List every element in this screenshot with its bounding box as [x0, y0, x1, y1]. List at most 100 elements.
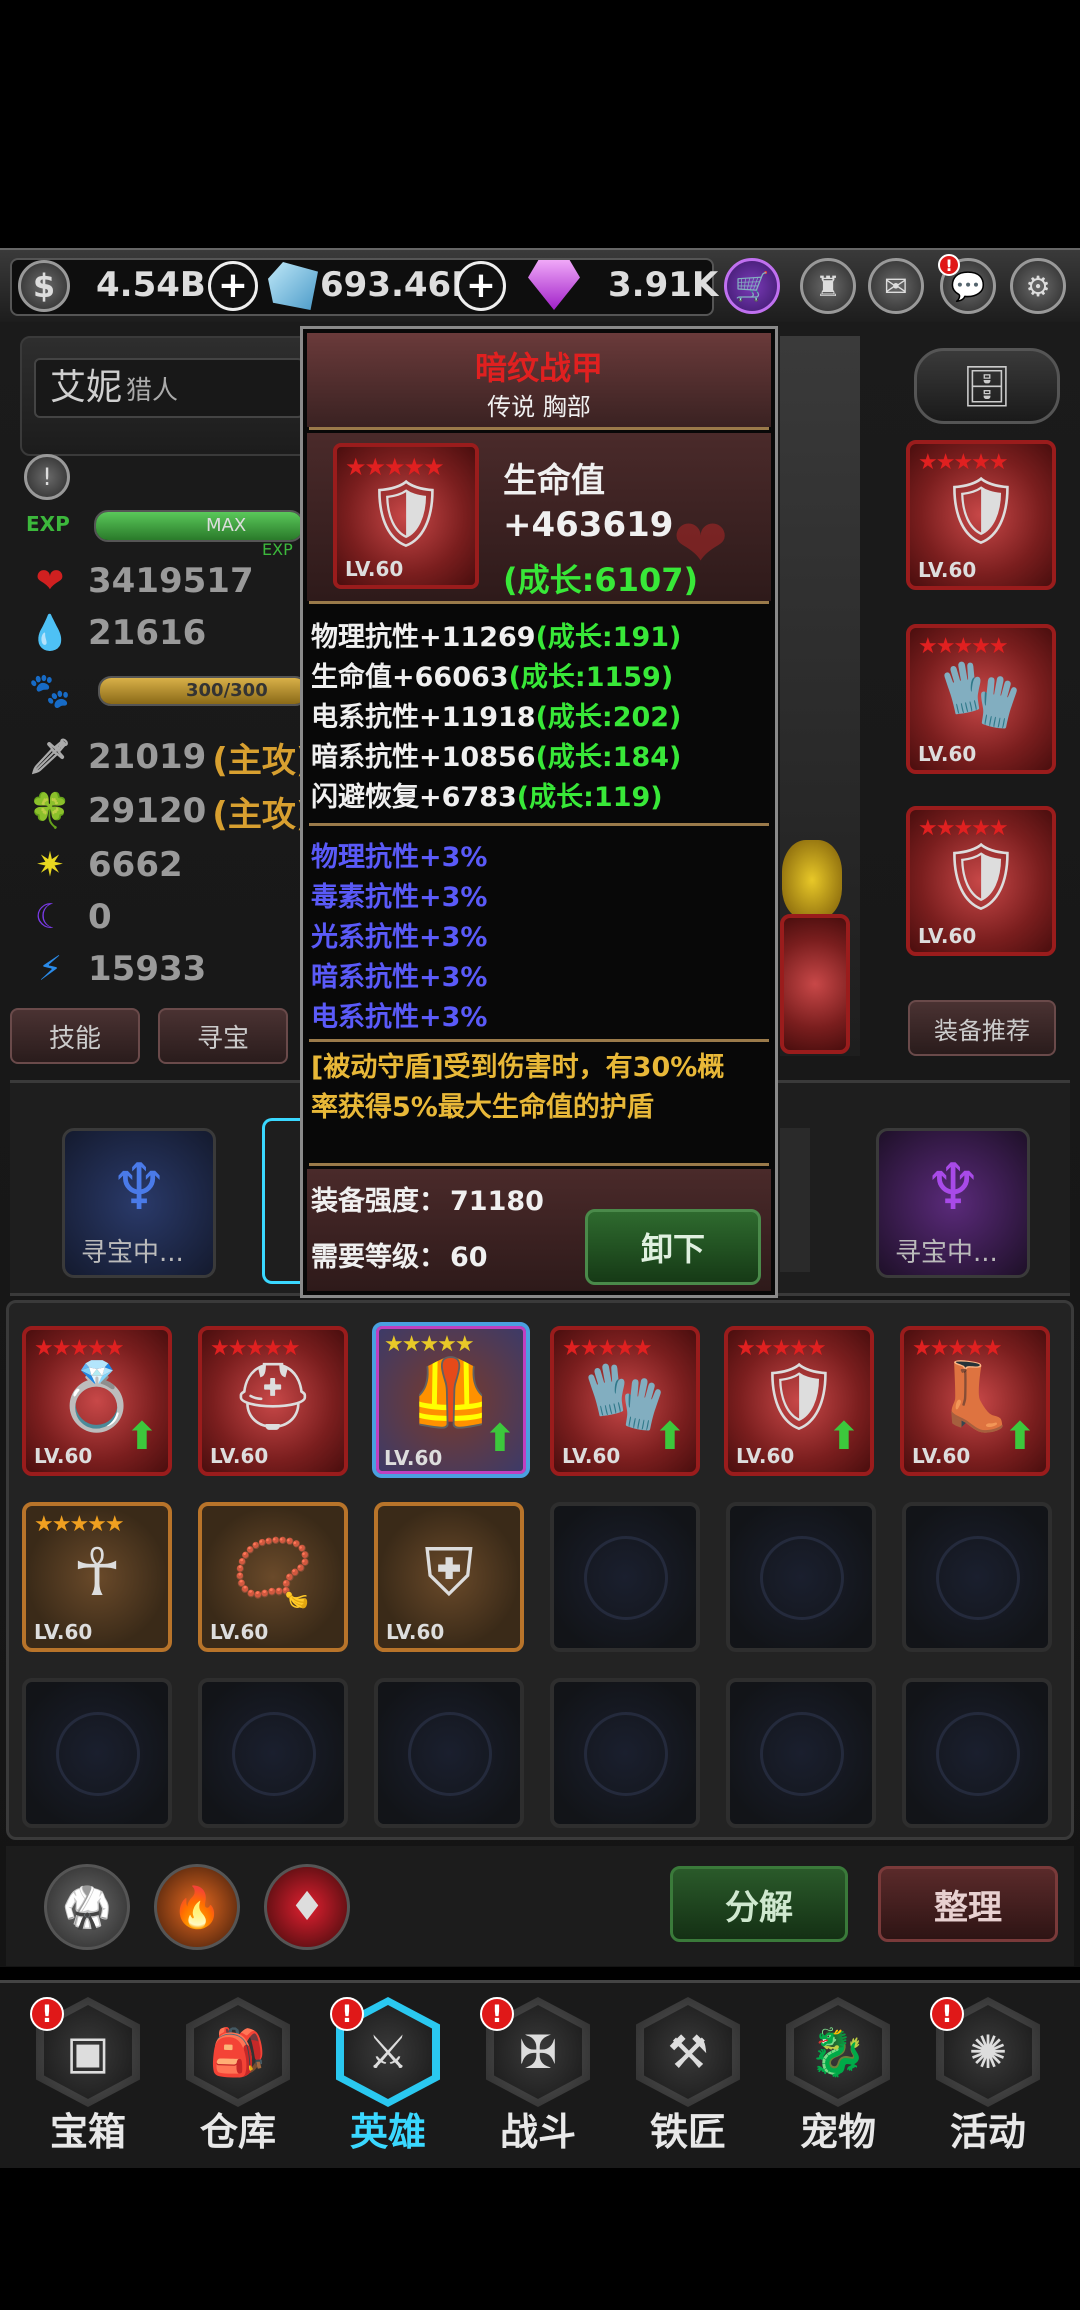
hero-name: 艾妮	[50, 367, 123, 408]
nav-label: 铁匠	[649, 2110, 726, 2154]
info-icon[interactable]: !	[24, 454, 70, 500]
tooltip-item-icon: ★★★★★ 🛡 LV.60	[333, 443, 479, 589]
main-stat-growth: (成长:6107)	[503, 561, 699, 599]
nav-label: 战斗	[499, 2110, 576, 2154]
ruby-filter-icon[interactable]: ♦	[264, 1864, 350, 1950]
nav-battle[interactable]: ✠ 战斗 !	[478, 1997, 598, 2157]
empty-slot-emblem-icon	[408, 1712, 492, 1796]
stat-mana: 💧 21616	[28, 610, 206, 656]
strength-label: 装备强度：	[311, 1186, 446, 1217]
stat-value: 29120	[88, 791, 207, 831]
upgrade-arrow-icon: ⬆	[654, 1414, 686, 1458]
stat-suffix: (主攻)	[212, 740, 312, 781]
nav-chest[interactable]: ▣ 宝箱 !	[28, 1997, 148, 2157]
main-stat-value: +463619	[503, 505, 674, 545]
stat-value: 6662	[88, 845, 183, 885]
sword-icon: 🗡	[28, 737, 72, 777]
inventory-item[interactable]: ★★★★★ 💍 LV.60 ⬆	[22, 1326, 172, 1476]
treasure-slot-right[interactable]: ♆ 寻宝中...	[876, 1128, 1030, 1278]
purple-emblem-icon: ♆	[924, 1151, 982, 1225]
unequip-button[interactable]: 卸下	[585, 1209, 761, 1285]
stat-value: 21019	[88, 737, 207, 777]
stat-value: 0	[88, 897, 112, 937]
required-level: 需要等级： 60	[311, 1235, 488, 1274]
nav-event[interactable]: ✺ 活动 !	[928, 1997, 1048, 2157]
nav-blacksmith[interactable]: ⚒ 铁匠	[628, 1997, 748, 2157]
mail-icon[interactable]: ✉	[868, 258, 924, 314]
main-stat-name: 生命值	[503, 461, 605, 501]
sub-stat-text: 物理抗性+11269	[311, 622, 536, 653]
sub-stat-growth: (成长:191)	[535, 622, 682, 653]
equip-slot-chest[interactable]: ★★★★★ 🛡 LV.60	[906, 440, 1056, 590]
bonus-stat: 物理抗性+3%	[311, 842, 488, 873]
fire-orb-filter-icon[interactable]: 🔥	[154, 1864, 240, 1950]
inventory-item[interactable]: ★★★★★ 👢 LV.60 ⬆	[900, 1326, 1050, 1476]
empty-inventory-slot[interactable]	[902, 1502, 1052, 1652]
treasure-slot-partial	[780, 1128, 810, 1272]
decompose-button[interactable]: 分解	[670, 1866, 848, 1942]
nav-warehouse[interactable]: 🎒 仓库	[178, 1997, 298, 2157]
demon-emblem-icon: ♆	[110, 1151, 168, 1225]
exp-small-label: EXP	[262, 540, 293, 559]
inventory-item[interactable]: ★★★★★ 🛡 LV.60 ⬆	[724, 1326, 874, 1476]
gold-coin-icon: $	[18, 260, 70, 312]
divider	[309, 427, 769, 430]
empty-slot-emblem-icon	[760, 1712, 844, 1796]
inventory-item[interactable]: 📿 LV.60	[198, 1502, 348, 1652]
stat-pet: 🐾 300/300	[28, 668, 308, 714]
gem-amount: 3.91K	[608, 265, 719, 305]
inventory-item[interactable]: ⛨ LV.60	[374, 1502, 524, 1652]
gauntlet-icon: 🧤	[939, 656, 1023, 733]
sub-stat-text: 电系抗性+11918	[311, 702, 536, 733]
hero-name-plate[interactable]: 艾妮 猎人	[34, 358, 304, 418]
nav-pet[interactable]: 🐉 宠物	[778, 1997, 898, 2157]
nav-label: 活动	[949, 2110, 1026, 2154]
inventory-item[interactable]: ★★★★★ 🦺 LV.60 ⬆	[372, 1322, 530, 1478]
equip-slot-shield[interactable]: ★★★★★ 🛡 LV.60	[906, 806, 1056, 956]
empty-inventory-slot[interactable]	[902, 1678, 1052, 1828]
ranking-icon[interactable]: ♜	[800, 258, 856, 314]
empty-inventory-slot[interactable]	[374, 1678, 524, 1828]
heart-icon: ❤	[35, 561, 65, 601]
nav-hero[interactable]: ⚔ 英雄 !	[328, 1997, 448, 2157]
inventory-item[interactable]: ★★★★★ 🧤 LV.60 ⬆	[550, 1326, 700, 1476]
stat-light: ✷ 6662	[28, 842, 183, 888]
sort-button[interactable]: 整理	[878, 1866, 1058, 1942]
add-gold-button[interactable]: +	[208, 261, 258, 311]
empty-inventory-slot[interactable]	[550, 1502, 700, 1652]
empty-inventory-slot[interactable]	[550, 1678, 700, 1828]
empty-inventory-slot[interactable]	[198, 1678, 348, 1828]
inventory-item[interactable]: ★★★★★ ☥ LV.60	[22, 1502, 172, 1652]
armor-icon: 🛡	[364, 475, 448, 552]
nav-label: 宝箱	[49, 2110, 126, 2154]
equipment-recommend-button[interactable]: 装备推荐	[908, 1000, 1056, 1056]
treasure-hunt-button[interactable]: 寻宝	[158, 1008, 288, 1064]
helmet-icon: ⛑	[231, 1358, 315, 1435]
empty-inventory-slot[interactable]	[22, 1678, 172, 1828]
add-crystal-button[interactable]: +	[456, 261, 506, 311]
gold-amount: 4.54B	[96, 265, 206, 305]
stat-value: 3419517	[88, 561, 254, 601]
required-level-value: 60	[450, 1242, 488, 1273]
equip-slot-hands[interactable]: ★★★★★ 🧤 LV.60	[906, 624, 1056, 774]
treasure-slot-left[interactable]: ♆ 寻宝中...	[62, 1128, 216, 1278]
shop-cart-icon[interactable]: 🛒	[724, 258, 780, 314]
sub-stat-text: 生命值+66063	[311, 662, 509, 693]
bonus-stat: 光系抗性+3%	[311, 922, 488, 953]
empty-inventory-slot[interactable]	[726, 1678, 876, 1828]
equip-slot-partial[interactable]	[780, 914, 850, 1054]
bottom-navigation: ▣ 宝箱 ! 🎒 仓库 ⚔ 英雄 ! ✠ 战斗 ! ⚒ 铁匠 🐉 宠物 ✺ 活动…	[0, 1980, 1080, 2168]
armor-filter-icon[interactable]: 🥋	[44, 1864, 130, 1950]
stat-physical-attack: 🗡 21019 (主攻)	[28, 734, 312, 781]
skill-button[interactable]: 技能	[10, 1008, 140, 1064]
settings-gear-icon[interactable]: ⚙	[1010, 258, 1066, 314]
treasure-chest-icon[interactable]: 🗄	[914, 348, 1060, 424]
amulet-icon: ☥	[72, 1534, 122, 1611]
item-level: LV.60	[210, 1444, 269, 1468]
hero-class: 猎人	[126, 376, 179, 406]
stat-nature-attack: 🍀 29120 (主攻)	[28, 788, 312, 835]
item-level: LV.60	[918, 924, 977, 948]
inventory-item[interactable]: ★★★★★ ⛑ LV.60	[198, 1326, 348, 1476]
empty-inventory-slot[interactable]	[726, 1502, 876, 1652]
shield-icon: 🛡	[939, 838, 1023, 915]
